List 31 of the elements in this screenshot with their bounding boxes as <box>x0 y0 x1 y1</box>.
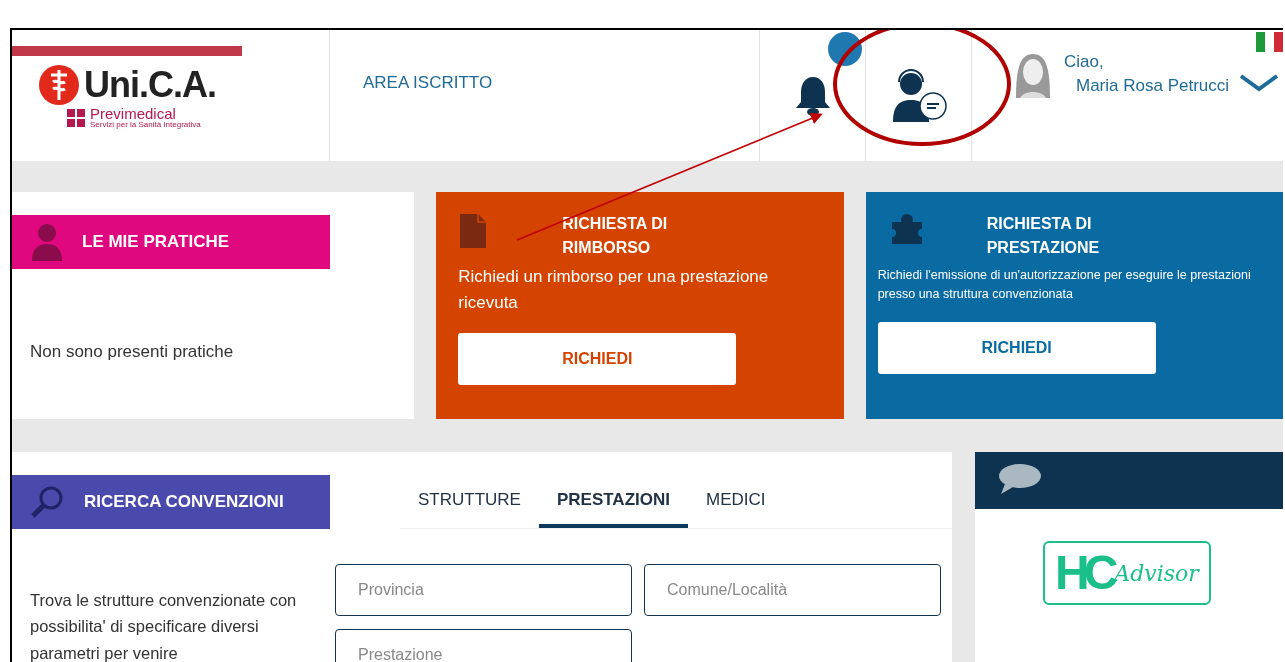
nav-link[interactable]: AREA ISCRITTO <box>363 73 493 92</box>
card-title: RICHIESTA DI RIMBORSO <box>562 214 669 258</box>
search-description: Trova le strutture convenzionate con possibilita' di specificare diversi parametri per venire <box>29 590 298 662</box>
tab[interactable]: MEDICI <box>688 475 784 528</box>
card-title: RICHIESTA DI PRESTAZIONE <box>986 214 1101 258</box>
user-name: Maria Rosa Petrucci <box>1075 74 1230 97</box>
input-field[interactable]: Provincia <box>335 564 632 616</box>
flag-icon[interactable] <box>1256 32 1283 52</box>
tab[interactable]: STRUTTURE <box>400 475 539 528</box>
section-title: LE MIE PRATICHE <box>82 231 230 254</box>
logo-tagline: Servizi per la Sanità Integrativa <box>90 121 201 129</box>
logo-name: Uni.C.A. <box>84 67 216 103</box>
empty-message: Non sono presenti pratiche <box>30 341 235 363</box>
chevron-down-icon[interactable] <box>1239 74 1280 92</box>
greeting-text: Ciao, <box>1064 51 1105 73</box>
chat-bubble-icon <box>997 462 1043 496</box>
section-title: RICERCA CONVENZIONI <box>84 491 284 514</box>
input-field[interactable]: Comune/Località <box>644 564 941 616</box>
card-description: Richiedi un rimborso per una prestazione ricevuta <box>458 266 770 315</box>
logo-subtitle: Previmedical <box>90 106 177 121</box>
input-field[interactable]: Prestazione <box>335 629 632 662</box>
logo-word: Advisor <box>1114 560 1199 586</box>
card-description: Richiedi l'emissione di un'autorizzazione per eseguire le prestazioni presso una struttura convenzionata <box>877 267 1252 303</box>
person-icon <box>30 223 64 261</box>
request-button[interactable]: RICHIEDI <box>877 321 1156 374</box>
caduceus-logo-icon <box>38 64 80 106</box>
previmedical-logo-icon <box>66 107 86 128</box>
logo-letters: HC <box>1055 549 1113 597</box>
request-button[interactable]: RICHIEDI <box>458 332 737 385</box>
document-icon <box>458 212 489 250</box>
tab[interactable]: PRESTAZIONI <box>538 475 688 528</box>
